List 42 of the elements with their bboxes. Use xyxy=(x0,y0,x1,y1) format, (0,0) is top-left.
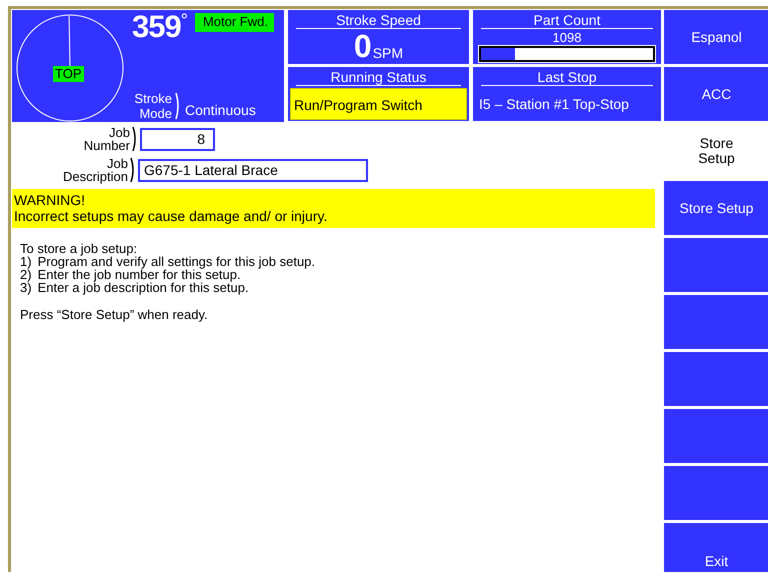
panel-title: Last Stop xyxy=(481,69,653,86)
step-text: Enter the job number for this setup. xyxy=(38,268,241,281)
blank-button[interactable] xyxy=(664,238,768,292)
step-text: Enter a job description for this setup. xyxy=(38,281,249,294)
blank-button[interactable] xyxy=(664,295,768,349)
field-label: Job Description xyxy=(62,157,128,183)
position-label: TOP xyxy=(53,66,84,82)
status-value: Run/Program Switch xyxy=(290,88,467,120)
count-value: 1098 xyxy=(552,31,582,45)
side-button[interactable]: Store Setup xyxy=(664,181,768,235)
speed-value: 0 xyxy=(354,31,372,61)
blank-button[interactable] xyxy=(664,466,768,520)
speed-unit: SPM xyxy=(372,45,404,61)
side-button[interactable]: Espanol xyxy=(664,10,768,64)
side-button[interactable]: Exit xyxy=(664,523,768,572)
degree-sign: ° xyxy=(180,12,187,32)
field-label: Job Number xyxy=(82,126,130,152)
stroke-mode-value: Continuous xyxy=(185,102,256,118)
panel-title: Running Status xyxy=(296,69,461,86)
status-value: I5 – Station #1 Top-Stop xyxy=(478,95,630,114)
stroke-mode-label: Stroke Mode xyxy=(133,91,172,121)
step-number: 1) xyxy=(20,255,32,268)
blank-button[interactable] xyxy=(664,352,768,406)
panel-title: Part Count xyxy=(481,12,653,29)
step-text: Program and verify all settings for this job setup. xyxy=(38,255,316,268)
step-number: 3) xyxy=(20,281,32,294)
bracket-icon xyxy=(175,92,181,120)
panel-title: Stroke Speed xyxy=(296,12,461,29)
input-field[interactable]: G675-1 Lateral Brace xyxy=(138,158,368,182)
screen-title: Store Setup xyxy=(697,134,736,168)
warning-text: Incorrect setups may cause damage and/ or injury. xyxy=(14,208,328,224)
instructions-closing: Press “Store Setup” when ready. xyxy=(20,308,209,321)
blank-button[interactable] xyxy=(664,409,768,463)
bracket-icon xyxy=(130,157,136,183)
angle-value: 359 xyxy=(132,12,181,42)
instructions-intro: To store a job setup: xyxy=(20,242,138,255)
warning-title: WARNING! xyxy=(14,192,86,208)
bracket-icon xyxy=(132,126,138,152)
motor-status: Motor Fwd. xyxy=(194,13,274,32)
side-button[interactable]: ACC xyxy=(664,67,768,121)
step-number: 2) xyxy=(20,268,32,281)
input-field[interactable]: 8 xyxy=(140,128,215,150)
